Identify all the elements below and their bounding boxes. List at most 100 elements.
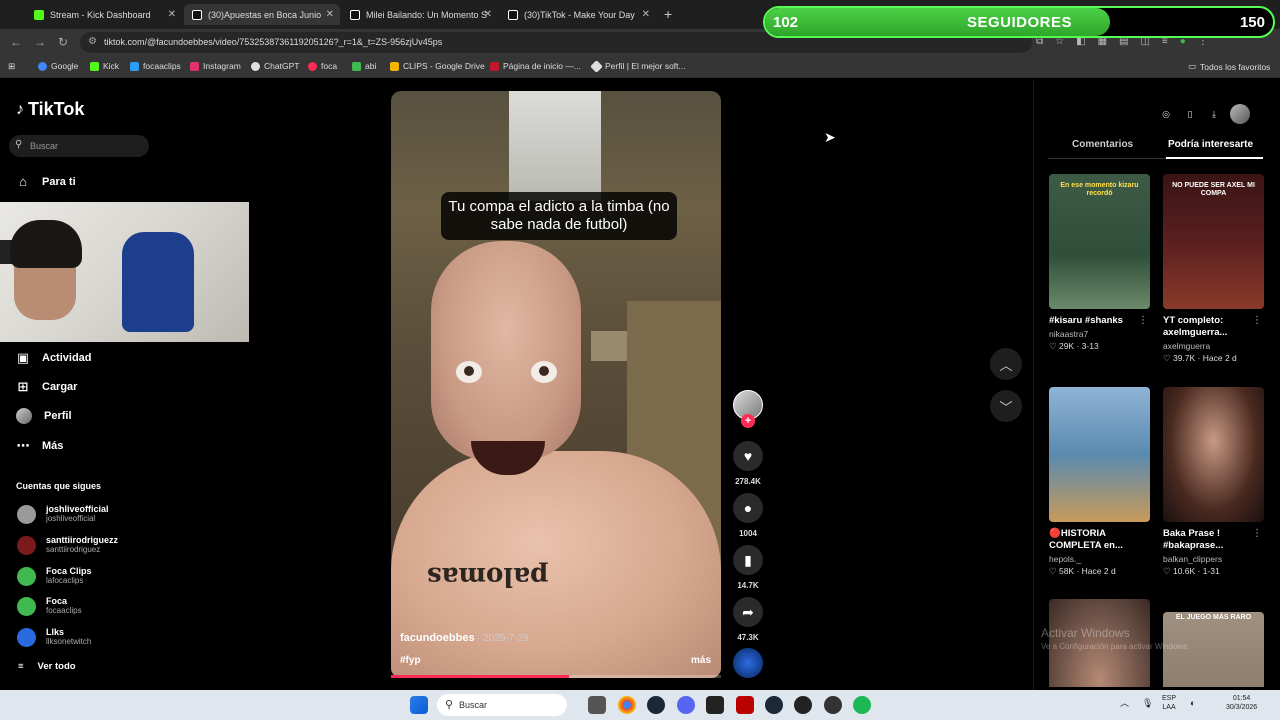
video-thumbnail	[1049, 387, 1150, 522]
taskbar-search[interactable]: ⚲ Buscar	[437, 694, 567, 716]
steam-icon[interactable]	[765, 696, 783, 714]
tab-comentarios[interactable]: Comentarios	[1072, 139, 1133, 150]
following-account[interactable]: santtiirodriguezz santtiirodriguez	[17, 535, 118, 555]
apps-icon[interactable]: ⊞	[8, 61, 15, 72]
suggested-video-card[interactable]: NO PUEDE SER AXEL MI COMPA YT completo: …	[1163, 174, 1264, 364]
card-stats: ♡ 29K · 3-13	[1049, 341, 1099, 351]
following-title: Cuentas que sigues	[16, 481, 102, 491]
all-bookmarks[interactable]: ▭ Todos los favoritos	[1188, 61, 1270, 72]
bookmark-inicio[interactable]: Página de inicio —...	[490, 61, 581, 71]
card-author: nikaastra7	[1049, 329, 1089, 339]
video-hashtag[interactable]: #fyp	[400, 655, 421, 666]
sidebar-item-perfil[interactable]: Perfil	[16, 408, 72, 424]
abi-icon	[352, 61, 361, 71]
chrome-icon[interactable]	[618, 696, 636, 714]
app-icon[interactable]	[794, 696, 812, 714]
share-button[interactable]: ➦ 47.3K	[733, 597, 763, 642]
compass-icon[interactable]: ◎	[1158, 106, 1174, 122]
chevron-up-icon[interactable]: ︿	[990, 348, 1022, 380]
bird-icon	[130, 61, 139, 71]
following-account[interactable]: Llks llksonetwitch	[17, 627, 91, 647]
more-button[interactable]: más	[691, 655, 711, 666]
sidebar-item-actividad[interactable]: ▣ Actividad	[16, 350, 92, 366]
following-account[interactable]: Foca Clips lafocaclips	[17, 566, 92, 586]
phone-icon[interactable]: ▯	[1182, 106, 1198, 122]
comment-button[interactable]: ● 1004	[733, 493, 763, 538]
app-icon[interactable]	[824, 696, 842, 714]
site-info-icon[interactable]: ⚙	[88, 36, 97, 47]
suggested-video-card[interactable]: En ese momento kizaru recordó #kisaru #s…	[1049, 174, 1150, 352]
more-icon[interactable]: ⋮	[1138, 315, 1148, 326]
network-icon[interactable]: ◐	[1190, 699, 1195, 708]
more-icon[interactable]: ⋮	[1252, 528, 1262, 539]
following-account[interactable]: joshliveofficial joshliveofficial	[17, 504, 109, 524]
follow-plus-icon[interactable]: +	[741, 414, 755, 428]
following-account[interactable]: Foca focaaclips	[17, 596, 82, 616]
bookmark-kick[interactable]: Kick	[90, 61, 119, 71]
diamond-icon	[590, 59, 603, 73]
browser-tab-milei[interactable]: Milei Bailando: Un Momento S ✕	[342, 4, 498, 25]
close-icon[interactable]: ✕	[642, 9, 650, 20]
forward-icon[interactable]: →	[34, 35, 46, 49]
like-count: 278.4K	[735, 477, 761, 486]
browser-tab-active[interactable]: (30)Apuestas en Boca Junio ✕	[184, 4, 340, 25]
video-progress-bar[interactable]	[391, 675, 721, 678]
suggested-video-card[interactable]: 🔴HISTORIA COMPLETA en... hepols._ ♡ 58K …	[1049, 387, 1150, 577]
app-icon[interactable]	[706, 696, 724, 714]
right-panel-toolbar: ◎ ▯ ⤓	[1158, 104, 1250, 124]
tiktok-logo[interactable]: ♪ TikTok	[16, 99, 84, 120]
like-button[interactable]: ♥ 278.4K	[733, 441, 763, 486]
browser-tab-kick[interactable]: Stream - Kick Dashboard ✕	[26, 4, 182, 25]
back-icon[interactable]: ←	[10, 35, 22, 49]
new-tab-button[interactable]: +	[664, 6, 672, 22]
language-indicator[interactable]: ESP LAA	[1162, 694, 1176, 712]
bookmark-foca[interactable]: foca	[308, 61, 337, 71]
video-author[interactable]: facundoebbes	[400, 632, 475, 644]
task-view-icon[interactable]	[588, 696, 606, 714]
close-icon[interactable]: ✕	[326, 9, 334, 20]
save-button[interactable]: ▮ 14.7K	[733, 545, 763, 590]
bookmark-chatgpt[interactable]: ChatGPT	[251, 61, 299, 71]
share-count: 47.3K	[737, 633, 759, 642]
more-icon[interactable]: ⋮	[1252, 315, 1262, 326]
sidebar-item-mas[interactable]: ⋯ Más	[16, 438, 64, 454]
mic-icon[interactable]: 🎙	[1142, 699, 1153, 708]
reload-icon[interactable]: ↻	[58, 35, 68, 49]
card-stats: ♡ 10.6K · 1-31	[1163, 566, 1220, 576]
folder-icon: ▭	[1188, 61, 1197, 71]
browser-tab-tiktok[interactable]: (30)TikTok - Make Your Day ✕	[500, 4, 656, 25]
bookmark-clips-drive[interactable]: CLIPS - Google Drive	[390, 61, 485, 71]
bookmark-instagram[interactable]: Instagram	[190, 61, 241, 71]
download-icon[interactable]: ⤓	[1206, 106, 1222, 122]
tab-label: (30)Apuestas en Boca Junio	[208, 9, 322, 20]
close-icon[interactable]: ✕	[484, 9, 492, 20]
obs-icon[interactable]	[736, 696, 754, 714]
steam-icon[interactable]	[647, 696, 665, 714]
discord-icon[interactable]	[677, 696, 695, 714]
music-disc-icon[interactable]	[733, 648, 763, 678]
sidebar-item-cargar[interactable]: ⊞ Cargar	[16, 379, 78, 395]
tab-podria-interesarte[interactable]: Podría interesarte	[1168, 139, 1253, 150]
bookmark-perfil[interactable]: Perfil | El mejor soft...	[590, 59, 686, 73]
bookmark-focaaclips[interactable]: focaaclips	[130, 61, 181, 71]
chevron-down-icon[interactable]: ﹀	[990, 390, 1022, 422]
suggested-video-card[interactable]: Baka Prase ! #bakaprase... balkan_clippe…	[1163, 387, 1264, 577]
video-player[interactable]: palomas	[391, 91, 721, 678]
card-stats: ♡ 39.7K · Hace 2 d	[1163, 353, 1237, 363]
spotify-icon[interactable]	[853, 696, 871, 714]
kick-icon	[34, 9, 44, 20]
search-input[interactable]: ⚲ Buscar	[9, 135, 149, 157]
close-icon[interactable]: ✕	[168, 9, 176, 20]
windows-start-icon[interactable]	[410, 696, 428, 714]
bookmark-abi[interactable]: abi	[352, 61, 376, 71]
bookmark-google[interactable]: Google	[38, 61, 78, 71]
tab-label: Milei Bailando: Un Momento S	[366, 9, 488, 20]
sidebar-item-para-ti[interactable]: ⌂ Para ti	[16, 174, 76, 189]
mouse-cursor-icon: ➤	[824, 129, 836, 145]
chevron-up-icon[interactable]: ︿	[1120, 699, 1129, 708]
clock[interactable]: 01:54 30/3/2026	[1226, 694, 1257, 712]
video-thumbnail	[1163, 387, 1264, 522]
chest-tattoo: palomas	[427, 561, 549, 591]
see-all-button[interactable]: ≡ Ver todo	[18, 661, 76, 672]
avatar[interactable]	[1230, 104, 1250, 124]
